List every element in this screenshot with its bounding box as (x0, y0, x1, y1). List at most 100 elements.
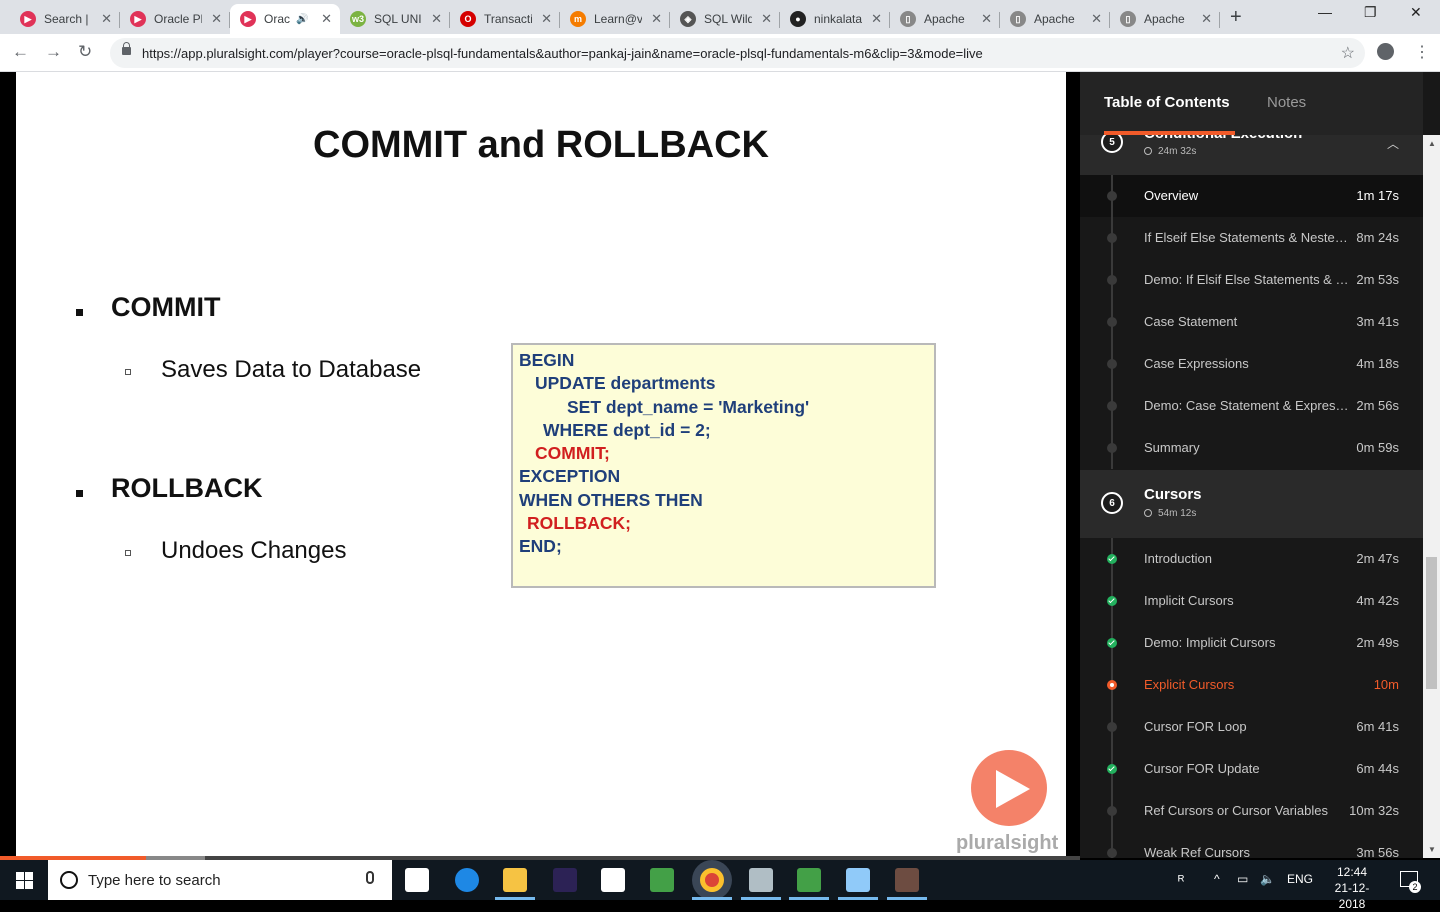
minimize-button[interactable]: — (1318, 4, 1332, 20)
browser-tab[interactable]: ▶ Oracle Pl ✕ (120, 4, 230, 34)
scrollbar-thumb[interactable] (1426, 557, 1437, 689)
module-cursors[interactable]: 6 Cursors 54m 12s (1080, 470, 1423, 538)
code-line: WHEN OTHERS THEN (519, 489, 703, 510)
lock-icon (122, 42, 131, 55)
task-view-icon[interactable] (405, 868, 429, 892)
completed-check-icon (1107, 764, 1117, 774)
edge-icon[interactable] (455, 868, 479, 892)
clip-item[interactable]: Implicit Cursors 4m 42s (1080, 580, 1423, 622)
tab-close-icon[interactable]: ✕ (1201, 11, 1212, 27)
browser-tab-strip: ▯ Apache ✕ ▯ Apache ✕ ▯ Apache ✕ ● ninkalata ✕ ◈ SQL … (0, 0, 1440, 34)
tab-close-icon[interactable]: ✕ (431, 11, 442, 27)
reload-button[interactable]: ↻ (78, 42, 92, 62)
tab-separator (779, 12, 780, 28)
forward-button[interactable]: → (45, 42, 62, 62)
clip-status-icon (1107, 359, 1117, 369)
windows-start-icon[interactable] (16, 872, 33, 889)
browser-menu-icon[interactable]: ⋮ (1414, 42, 1430, 62)
tab-close-icon[interactable]: ✕ (321, 11, 332, 27)
language-indicator[interactable]: ENG (1287, 872, 1313, 886)
chrome-icon[interactable] (700, 868, 724, 892)
clip-item[interactable]: Case Expressions 4m 18s (1080, 343, 1423, 385)
browser-tab[interactable]: w3 SQL UNI ✕ (340, 4, 450, 34)
url-text[interactable]: https://app.pluralsight.com/player?cours… (142, 46, 983, 61)
tab-close-icon[interactable]: ✕ (871, 11, 882, 27)
back-button[interactable]: ← (12, 42, 29, 62)
clip-duration: 3m 56s (1356, 845, 1399, 858)
clip-item[interactable]: Demo: If Elsif Else Statements & Nested … (1080, 259, 1423, 301)
clock-time: 12:44 (1336, 865, 1368, 879)
notepad-icon[interactable] (749, 868, 773, 892)
clip-status-icon (1107, 275, 1117, 285)
media-icon[interactable] (650, 868, 674, 892)
system-clock[interactable]: 12:44 21-12-2018 (1322, 864, 1382, 912)
clip-duration: 8m 24s (1356, 230, 1399, 245)
bullet-icon (76, 309, 83, 316)
tab-close-icon[interactable]: ✕ (211, 11, 222, 27)
bookmark-star-icon[interactable]: ☆ (1341, 43, 1355, 63)
clip-item[interactable]: Cursor FOR Update 6m 44s (1080, 748, 1423, 790)
clip-status-icon (1107, 722, 1117, 732)
close-window-button[interactable]: ✕ (1410, 4, 1422, 21)
scroll-down-icon[interactable]: ▼ (1428, 845, 1436, 854)
scroll-up-icon[interactable]: ▲ (1428, 139, 1436, 148)
browser-tab[interactable]: ▯ Apache ✕ (890, 4, 1000, 34)
clip-item[interactable]: Summary 0m 59s (1080, 427, 1423, 469)
browser-tab[interactable]: ● ninkalata ✕ (780, 4, 890, 34)
sidebar-scrollbar[interactable]: ▲ ▼ (1423, 135, 1440, 858)
clip-item[interactable]: Introduction 2m 47s (1080, 538, 1423, 580)
code-line: END; (519, 536, 562, 557)
browser-tab[interactable]: ▶ Search | ✕ (10, 4, 120, 34)
clip-item[interactable]: Overview 1m 17s (1080, 175, 1423, 217)
maximize-button[interactable]: ❐ (1364, 4, 1377, 21)
clip-item[interactable]: Weak Ref Cursors 3m 56s (1080, 832, 1423, 858)
clip-item[interactable]: If Elseif Else Statements & Nested If 8m … (1080, 217, 1423, 259)
media-player-icon[interactable] (797, 868, 821, 892)
tab-favicon-icon: m (570, 11, 586, 27)
clock-date: 21-12-2018 (1334, 881, 1370, 911)
tab-table-of-contents[interactable]: Table of Contents (1104, 94, 1230, 111)
mail-icon[interactable] (601, 868, 625, 892)
tab-close-icon[interactable]: ✕ (981, 11, 992, 27)
microphone-icon[interactable] (366, 871, 374, 884)
clip-item[interactable]: Demo: Implicit Cursors 2m 49s (1080, 622, 1423, 664)
clip-item[interactable]: Explicit Cursors 10m (1080, 664, 1423, 706)
tab-favicon-icon: ▯ (1120, 11, 1136, 27)
search-placeholder: Type here to search (88, 872, 221, 889)
eclipse-icon[interactable] (553, 868, 577, 892)
people-icon[interactable]: ᴿ (1178, 872, 1184, 888)
clip-item[interactable]: Demo: Case Statement & Expressions 2m 56s (1080, 385, 1423, 427)
browser-tab[interactable]: O Transacti ✕ (450, 4, 560, 34)
clip-item[interactable]: Case Statement 3m 41s (1080, 301, 1423, 343)
sql-developer-icon[interactable] (846, 868, 870, 892)
file-explorer-icon[interactable] (503, 868, 527, 892)
clip-item[interactable]: Ref Cursors or Cursor Variables 10m 32s (1080, 790, 1423, 832)
tab-title: SQL Wild (704, 12, 752, 26)
tray-chevron-icon[interactable]: ^ (1214, 872, 1220, 886)
tab-close-icon[interactable]: ✕ (1091, 11, 1102, 27)
browser-tab[interactable]: ◈ SQL Wild ✕ (670, 4, 780, 34)
tab-close-icon[interactable]: ✕ (651, 11, 662, 27)
tab-title: Learn@v (594, 12, 642, 26)
tab-title: SQL UNI (374, 12, 422, 26)
network-icon[interactable]: ▭ (1237, 872, 1248, 886)
account-avatar-icon[interactable] (1377, 43, 1394, 60)
tab-close-icon[interactable]: ✕ (101, 11, 112, 27)
tab-audio-icon[interactable]: 🔊 (296, 14, 308, 25)
tab-notes[interactable]: Notes (1267, 94, 1306, 111)
browser-tab[interactable]: ▯ Apache ✕ (1110, 4, 1220, 34)
tab-close-icon[interactable]: ✕ (761, 11, 772, 27)
video-player[interactable]: COMMIT and ROLLBACK COMMIT Saves Data to… (0, 72, 1080, 860)
browser-tab[interactable]: ▯ Apache ✕ (1000, 4, 1110, 34)
chevron-up-icon[interactable]: ︿ (1387, 135, 1399, 152)
address-bar[interactable]: https://app.pluralsight.com/player?cours… (110, 38, 1365, 68)
new-tab-button[interactable]: + (1230, 6, 1242, 29)
tab-close-icon[interactable]: ✕ (541, 11, 552, 27)
taskbar-search[interactable]: Type here to search (48, 860, 392, 900)
clip-item[interactable]: Cursor FOR Loop 6m 41s (1080, 706, 1423, 748)
app-icon[interactable] (895, 868, 919, 892)
volume-icon[interactable]: 🔈 (1260, 872, 1275, 886)
clip-duration: 6m 44s (1356, 761, 1399, 776)
browser-tab[interactable]: m Learn@v ✕ (560, 4, 670, 34)
browser-tab[interactable]: ▶ Orac 🔊 ✕ (230, 4, 340, 34)
